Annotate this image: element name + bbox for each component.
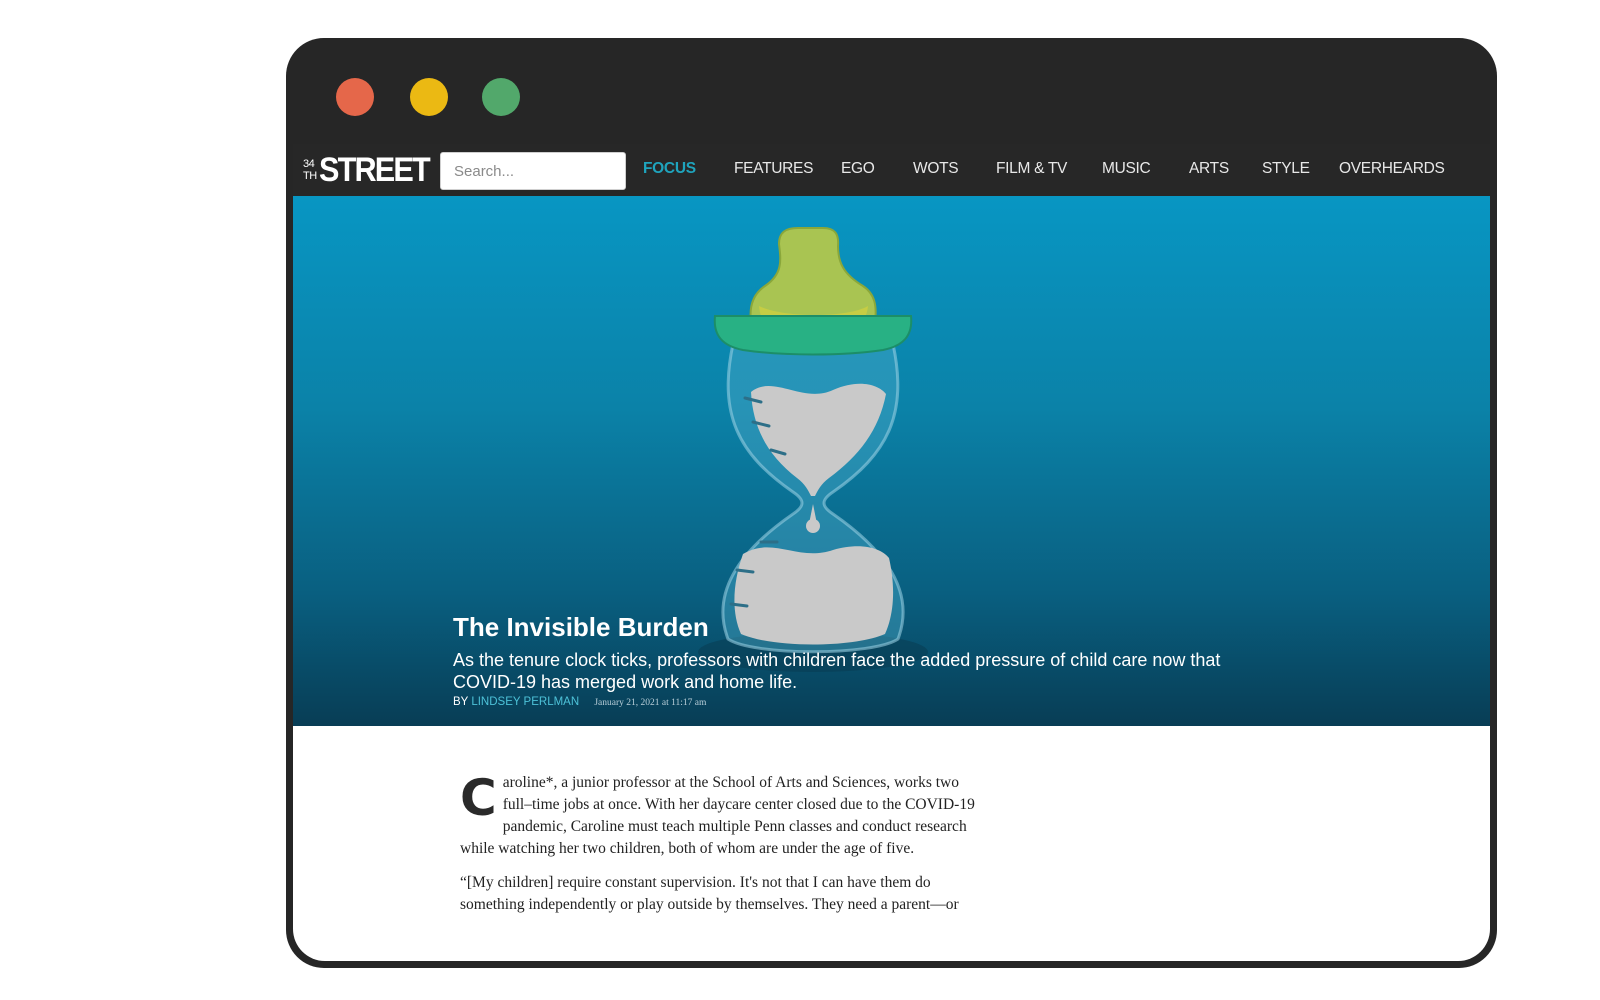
article-paragraph: “[My children] require constant supervis… <box>460 874 959 913</box>
hero-banner[interactable]: The Invisible Burden As the tenure clock… <box>293 196 1490 726</box>
logo-number-top: 34 <box>303 158 315 170</box>
nav-item-wots[interactable]: WOTS <box>913 160 959 178</box>
article-dek: As the tenure clock ticks, professors wi… <box>453 650 1221 692</box>
maximize-window-button[interactable] <box>482 78 520 116</box>
nav-item-style[interactable]: STYLE <box>1262 160 1310 178</box>
article-paragraph: Caroline*, a junior professor at the Sch… <box>460 772 980 860</box>
page-viewport: 34 TH STREET FOCUS FEATURES EGO WOTS FIL… <box>293 144 1490 961</box>
nav-item-music[interactable]: MUSIC <box>1102 160 1151 178</box>
logo-number: 34 TH <box>303 158 317 182</box>
nav-item-overheards[interactable]: OVERHEARDS <box>1339 160 1445 178</box>
logo-number-bottom: TH <box>303 170 317 182</box>
article-body: Caroline*, a junior professor at the Sch… <box>460 772 980 928</box>
close-window-button[interactable] <box>336 78 374 116</box>
nav-item-arts[interactable]: ARTS <box>1189 160 1229 178</box>
paragraph-1-text: aroline*, a junior professor at the Scho… <box>460 774 975 857</box>
nav-item-features[interactable]: FEATURES <box>734 160 813 178</box>
search-input[interactable] <box>440 152 626 190</box>
site-navbar: 34 TH STREET FOCUS FEATURES EGO WOTS FIL… <box>293 144 1490 196</box>
nav-item-focus[interactable]: FOCUS <box>643 160 696 178</box>
byline-prefix: BY <box>453 696 469 708</box>
logo-word: STREET <box>318 150 431 189</box>
author-link[interactable]: LINDSEY PERLMAN <box>471 696 579 708</box>
byline: BY LINDSEY PERLMAN January 21, 2021 at 1… <box>453 696 706 708</box>
nav-item-film-tv[interactable]: FILM & TV <box>996 160 1067 178</box>
drop-cap: C <box>460 769 497 827</box>
publish-date: January 21, 2021 at 11:17 am <box>594 698 707 708</box>
nav-item-ego[interactable]: EGO <box>841 160 875 178</box>
hourglass-bottle-illustration <box>698 227 928 672</box>
article-title[interactable]: The Invisible Burden <box>453 612 709 643</box>
minimize-window-button[interactable] <box>410 78 448 116</box>
browser-window: 34 TH STREET FOCUS FEATURES EGO WOTS FIL… <box>286 38 1497 968</box>
site-logo[interactable]: 34 TH STREET <box>303 150 441 189</box>
